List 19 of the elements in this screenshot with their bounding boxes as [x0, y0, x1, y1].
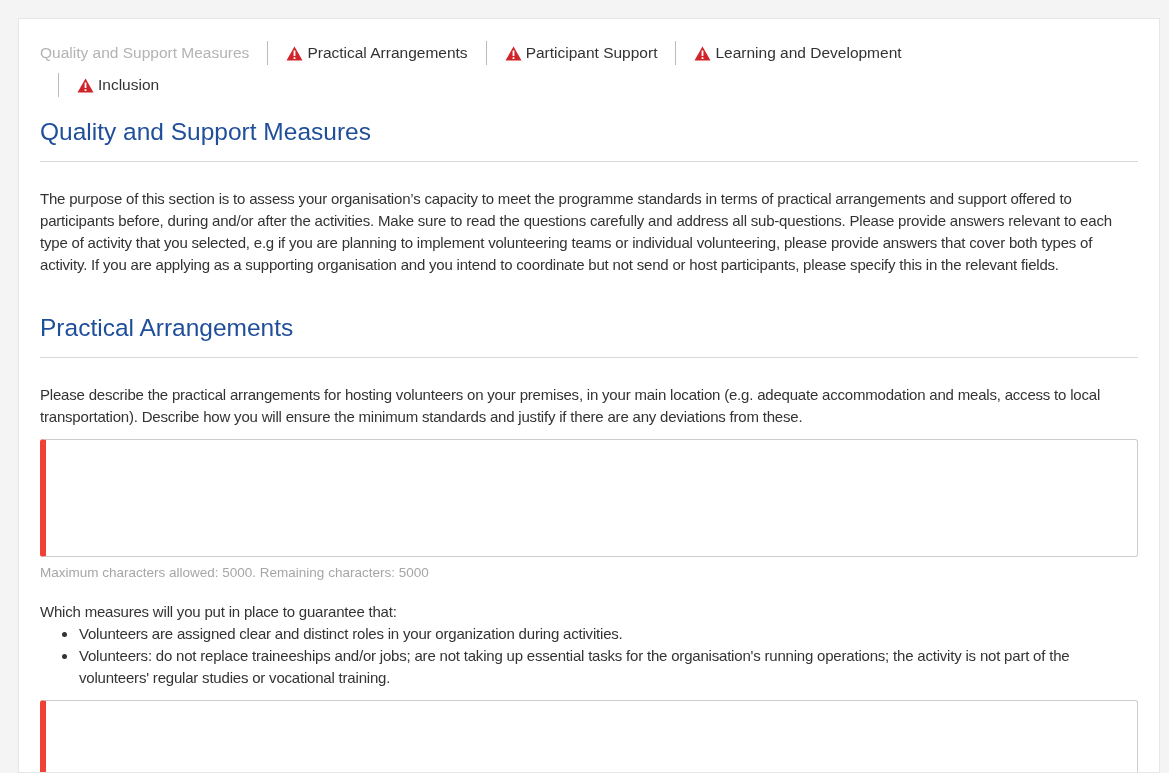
character-counter: Maximum characters allowed: 5000. Remaining characters: 5000 [40, 564, 430, 582]
section-heading: Practical Arrangements [40, 313, 295, 343]
bullet-text: Volunteers are assigned clear and distinct roles in your organization during activities. [79, 624, 623, 644]
warning-icon [694, 45, 712, 61]
section-tab[interactable]: Learning and Development [694, 42, 902, 64]
section-tab[interactable]: Practical Arrangements [286, 42, 468, 64]
bullet-icon [62, 654, 67, 659]
intro-paragraph: The purpose of this section is to assess your organisation’s capacity to meet the programme standards in terms of practical arrangements and support offered to participants before, during and/or after the activities. Make sure to read the questions carefully and address all sub-questions. Please provide answers relevant to each type of activity that you selected, e.g if you are planning to implement volunteering teams or individual volunteering, please provide answers that cover both types of activity. If you are applying as a supporting organisation and you intend to coordinate but not send or host participants, please specify this in the relevant fields. [40, 189, 1113, 275]
question-text: Which measures will you put in place to guarantee that: [40, 602, 398, 622]
warning-icon [77, 77, 94, 93]
section-tab[interactable]: Inclusion [77, 74, 160, 96]
bullet-icon [62, 632, 67, 637]
question-text: Please describe the practical arrangements for hosting volunteers on your premises, in your main location (e.g. adequate accommodation and meals, access to local transportation). Describe how you will ensure the minimum standards and justify if there are any deviations from these. [40, 385, 1102, 427]
section-tab[interactable]: Participant Support [504, 42, 658, 64]
warning-icon [504, 45, 522, 61]
warning-icon [286, 45, 304, 61]
answer-field[interactable] [40, 439, 1138, 557]
section-heading: Quality and Support Measures [40, 117, 372, 147]
bullet-text: Volunteers: do not replace traineeships and/or jobs; are not taking up essential tasks for the organisation's running operations; the activity is not part of the volunteers' regular studies or vocational training. [79, 646, 1071, 688]
